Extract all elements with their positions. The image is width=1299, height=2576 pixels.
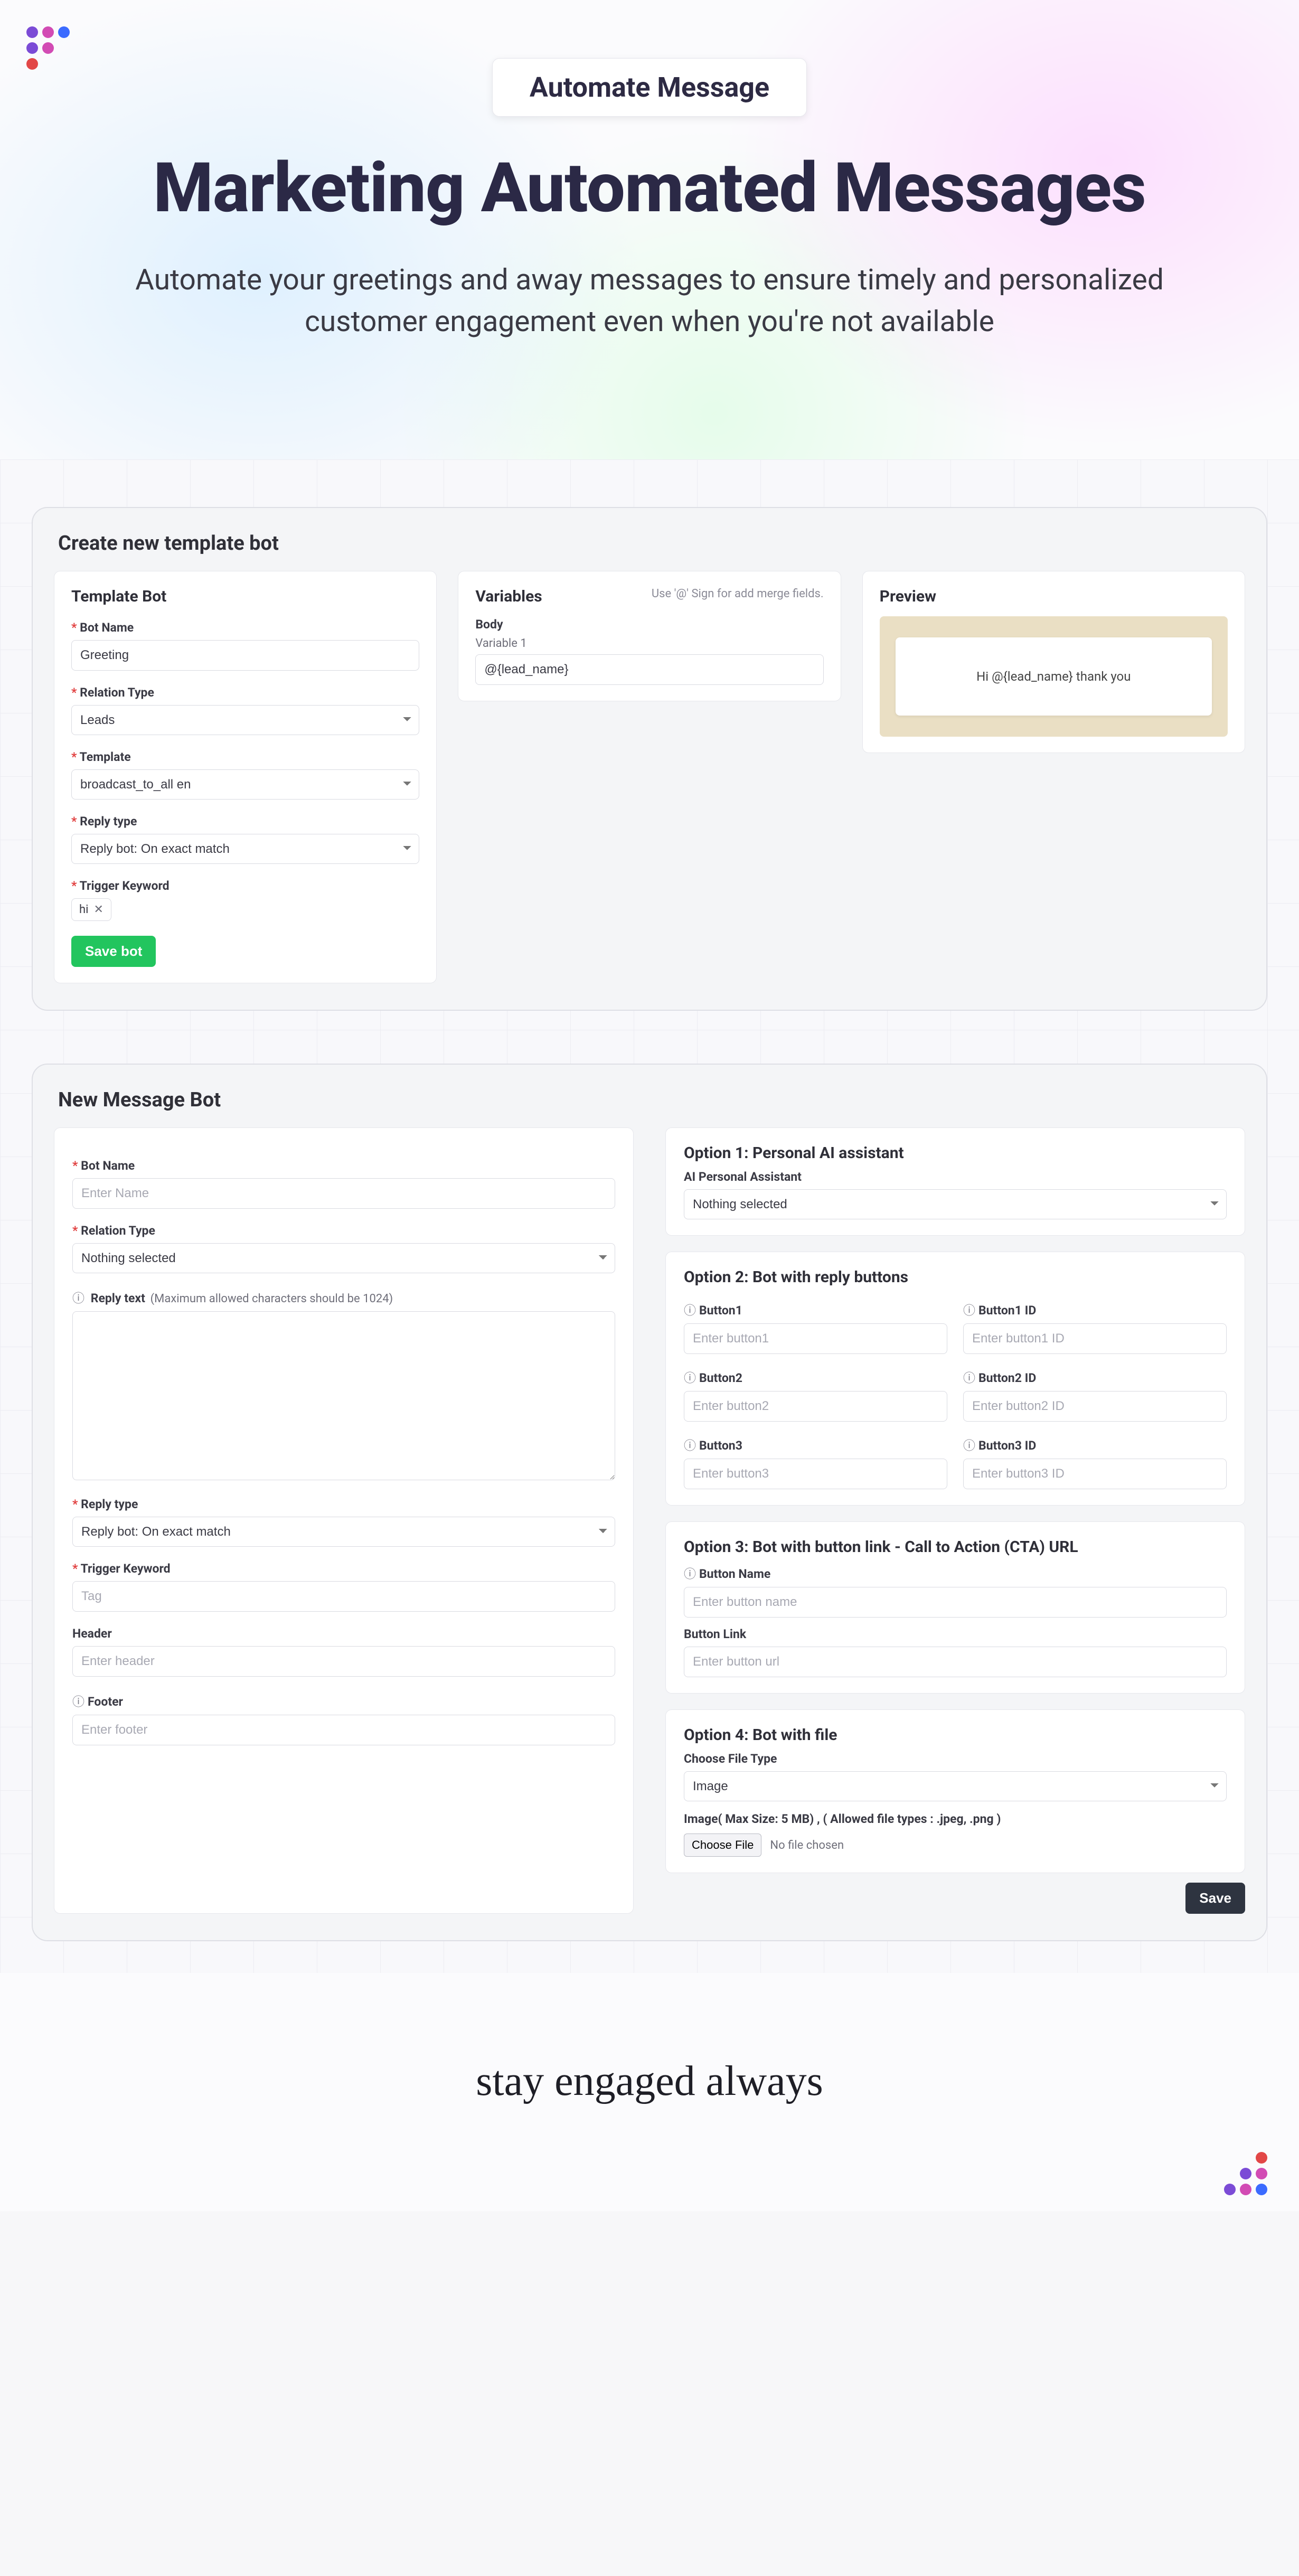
nb-bot-name-label: Bot Name [72,1159,615,1173]
save-button[interactable]: Save [1185,1883,1245,1914]
choose-file-button[interactable]: Choose File [684,1834,761,1857]
option3-card: Option 3: Bot with button link - Call to… [665,1521,1245,1694]
nb-reply-textarea[interactable] [72,1311,615,1480]
btn1id-input[interactable] [963,1323,1227,1354]
option4-heading: Option 4: Bot with file [684,1726,1227,1744]
file-hint: Image( Max Size: 5 MB) , ( Allowed file … [684,1812,1227,1826]
file-type-label: Choose File Type [684,1752,1227,1766]
no-file-text: No file chosen [770,1839,844,1852]
nb-relation-label: Relation Type [72,1224,615,1238]
reply-type-label: Reply type [71,814,419,829]
trigger-chip-text: hi [79,903,88,916]
btn2-input[interactable] [684,1391,947,1422]
close-icon[interactable]: ✕ [93,903,103,916]
file-type-select[interactable]: Image [684,1771,1227,1801]
nb-header-input[interactable] [72,1646,615,1677]
btn2-label: Button2 [684,1368,947,1386]
btn2id-label: Button2 ID [963,1368,1227,1386]
footer-tagline: stay engaged always [0,2057,1299,2105]
hero-subtitle: Automate your greetings and away message… [100,259,1199,344]
variable1-input[interactable] [475,654,823,685]
hero-pill: Automate Message [492,58,807,117]
bot-name-input[interactable] [71,640,419,671]
option1-heading: Option 1: Personal AI assistant [684,1144,1227,1162]
option1-select[interactable]: Nothing selected [684,1189,1227,1219]
btn1-input[interactable] [684,1323,947,1354]
option2-heading: Option 2: Bot with reply buttons [684,1268,1227,1286]
variable1-label: Variable 1 [475,637,823,650]
variables-hint: Use '@' Sign for add merge fields. [652,587,824,600]
nb-footer-label: Footer [72,1691,615,1709]
save-bot-button[interactable]: Save bot [71,936,156,967]
new-message-bot-panel: New Message Bot Bot Name Relation Type N… [32,1064,1267,1941]
variables-heading: Variables Use '@' Sign for add merge fie… [475,587,823,606]
footer-logo-dots [1224,2152,1267,2195]
preview-canvas: Hi @{lead_name} thank you [880,616,1228,737]
option3-heading: Option 3: Bot with button link - Call to… [684,1538,1227,1556]
preview-heading: Preview [880,587,1228,606]
nb-reply-type-label: Reply type [72,1497,615,1511]
brand-logo-dots [26,26,70,70]
btn3-label: Button3 [684,1435,947,1453]
hero-title: Marketing Automated Messages [0,148,1299,228]
option1-card: Option 1: Personal AI assistant AI Perso… [665,1127,1245,1236]
nb-header-label: Header [72,1627,615,1641]
new-bot-left-card: Bot Name Relation Type Nothing selected … [54,1127,634,1914]
btn3id-input[interactable] [963,1459,1227,1489]
nb-trigger-input[interactable] [72,1581,615,1612]
body-heading: Body [475,617,823,632]
nb-relation-select[interactable]: Nothing selected [72,1243,615,1273]
btn3id-label: Button3 ID [963,1435,1227,1453]
trigger-chip[interactable]: hi ✕ [71,898,111,921]
main-content: Create new template bot Template Bot Bot… [0,459,1299,1973]
bot-name-label: Bot Name [71,621,419,635]
relation-type-label: Relation Type [71,685,419,700]
variables-card: Variables Use '@' Sign for add merge fie… [458,571,841,701]
template-label: Template [71,750,419,764]
new-bot-right-column: Option 1: Personal AI assistant AI Perso… [665,1127,1245,1914]
option4-card: Option 4: Bot with file Choose File Type… [665,1709,1245,1873]
hero-section: Automate Message Marketing Automated Mes… [0,0,1299,459]
template-bot-card: Template Bot Bot Name Relation Type Lead… [54,571,437,983]
nb-bot-name-input[interactable] [72,1178,615,1209]
btn1-label: Button1 [684,1300,947,1318]
cta-link-input[interactable] [684,1647,1227,1677]
btn2id-input[interactable] [963,1391,1227,1422]
cta-name-input[interactable] [684,1587,1227,1618]
footer-section: stay engaged always [0,1973,1299,2211]
template-select[interactable]: broadcast_to_all en [71,769,419,800]
relation-type-select[interactable]: Leads [71,705,419,735]
nb-trigger-label: Trigger Keyword [72,1562,615,1576]
nb-reply-type-select[interactable]: Reply bot: On exact match [72,1517,615,1547]
create-template-bot-panel: Create new template bot Template Bot Bot… [32,507,1267,1011]
option2-card: Option 2: Bot with reply buttons Button1… [665,1252,1245,1506]
cta-link-label: Button Link [684,1627,1227,1641]
panel1-title: Create new template bot [58,532,1245,555]
preview-bubble: Hi @{lead_name} thank you [896,637,1212,716]
option1-sublabel: AI Personal Assistant [684,1170,1227,1184]
btn3-input[interactable] [684,1459,947,1489]
btn1id-label: Button1 ID [963,1300,1227,1318]
nb-footer-input[interactable] [72,1715,615,1745]
cta-name-label: Button Name [684,1564,1227,1582]
reply-type-select[interactable]: Reply bot: On exact match [71,834,419,864]
nb-reply-text-label: Reply text (Maximum allowed characters s… [72,1288,615,1306]
panel2-title: New Message Bot [58,1088,1245,1112]
trigger-keyword-label: Trigger Keyword [71,879,419,893]
template-bot-heading: Template Bot [71,587,419,606]
preview-card: Preview Hi @{lead_name} thank you [862,571,1245,753]
